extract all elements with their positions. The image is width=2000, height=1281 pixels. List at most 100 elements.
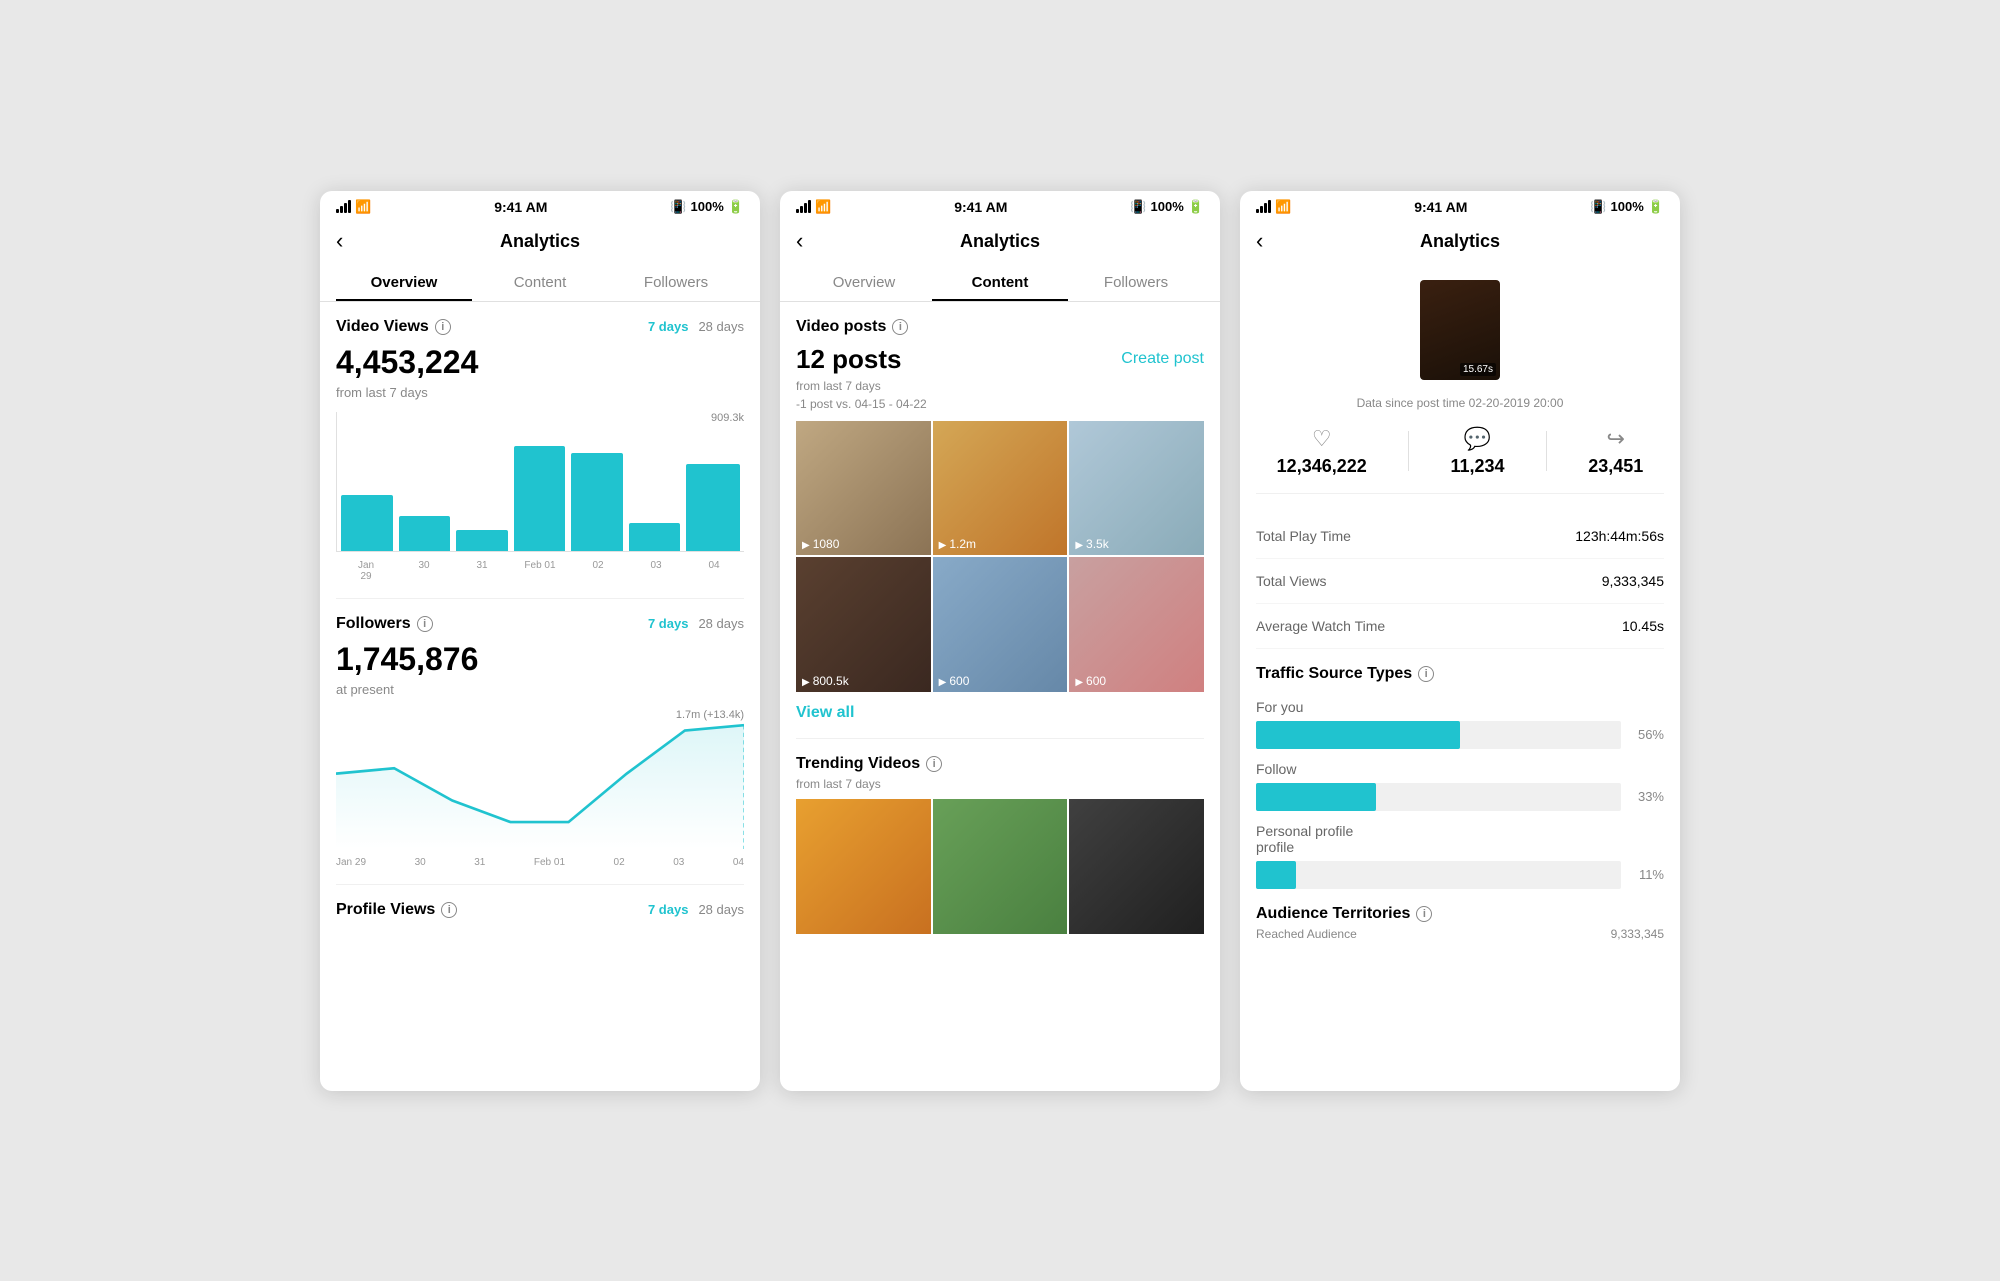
- period-7days-profile[interactable]: 7 days: [648, 902, 688, 917]
- line-label-5: 02: [614, 857, 625, 868]
- traffic-sources-section: Traffic Source Types i For you 56% Follo…: [1256, 665, 1664, 889]
- signal-icon-1: [336, 200, 351, 213]
- traffic-label-foryou: For you: [1256, 699, 1664, 715]
- video-posts-info-icon[interactable]: i: [892, 319, 908, 335]
- tab-overview-1[interactable]: Overview: [336, 264, 472, 301]
- play-icon-4: [802, 674, 810, 688]
- status-left-2: 📶: [796, 199, 831, 215]
- traffic-bar-fill-follow: [1256, 783, 1376, 811]
- reached-audience-label: Reached Audience: [1256, 927, 1357, 941]
- stat-comments: 💬 11,234: [1450, 426, 1504, 477]
- create-post-button[interactable]: Create post: [1121, 350, 1204, 368]
- line-chart-svg: [336, 709, 744, 849]
- status-bar-2: 📶 9:41 AM 📳 100% 🔋: [780, 191, 1220, 223]
- divider-1: [336, 598, 744, 599]
- wifi-icon-1: 📶: [355, 199, 371, 215]
- traffic-pct-profile: 11%: [1629, 867, 1664, 882]
- tab-followers-2[interactable]: Followers: [1068, 264, 1204, 301]
- followers-title: Followers i: [336, 615, 433, 633]
- video-views-header: Video Views i 7 days 28 days: [336, 318, 744, 336]
- screen-content-1: Video Views i 7 days 28 days 4,453,224 f…: [320, 302, 760, 1091]
- post-thumb-3[interactable]: 3.5k: [1069, 421, 1204, 556]
- screen-content-2: Video posts i 12 posts Create post from …: [780, 302, 1220, 1091]
- view-all-button[interactable]: View all: [796, 704, 1204, 722]
- posts-subtext: from last 7 days: [796, 379, 1204, 393]
- traffic-bar-fill-profile: [1256, 861, 1296, 889]
- audience-territories-section: Audience Territories i Reached Audience …: [1256, 905, 1664, 941]
- bluetooth-icon-2: 📳: [1130, 199, 1146, 215]
- comments-count: 11,234: [1450, 456, 1504, 477]
- trending-thumb-1[interactable]: [796, 799, 931, 934]
- post-views-3: 3.5k: [1075, 537, 1108, 551]
- signal-icon-3: [1256, 200, 1271, 213]
- video-thumbnail[interactable]: 15.67s: [1420, 280, 1500, 380]
- period-28days-profile[interactable]: 28 days: [698, 902, 744, 917]
- time-2: 9:41 AM: [954, 199, 1007, 215]
- back-button-1[interactable]: ‹: [336, 228, 343, 254]
- bar-chart-container: 909.3k Jan29 30 31 F: [336, 412, 744, 582]
- line-chart-peak: 1.7m (+13.4k): [676, 709, 744, 721]
- screen-title-2: Analytics: [796, 231, 1204, 252]
- traffic-bar-foryou: 56%: [1256, 721, 1664, 749]
- tab-overview-2[interactable]: Overview: [796, 264, 932, 301]
- line-label-3: 31: [474, 857, 485, 868]
- traffic-label-follow: Follow: [1256, 761, 1664, 777]
- audience-title: Audience Territories i: [1256, 905, 1664, 923]
- audience-info-icon[interactable]: i: [1416, 906, 1432, 922]
- profile-views-header: Profile Views i 7 days 28 days: [336, 901, 744, 919]
- period-7days-followers[interactable]: 7 days: [648, 616, 688, 631]
- bar-1: [341, 495, 393, 551]
- traffic-bar-profile: 11%: [1256, 861, 1664, 889]
- traffic-pct-follow: 33%: [1629, 789, 1664, 804]
- followers-number: 1,745,876: [336, 641, 744, 678]
- total-play-time-label: Total Play Time: [1256, 528, 1351, 544]
- stat-shares: ↪ 23,451: [1588, 426, 1643, 477]
- back-button-2[interactable]: ‹: [796, 228, 803, 254]
- tabs-2: Overview Content Followers: [780, 264, 1220, 302]
- traffic-info-icon[interactable]: i: [1418, 666, 1434, 682]
- video-views-title: Video Views i: [336, 318, 451, 336]
- trending-thumb-3[interactable]: [1069, 799, 1204, 934]
- total-play-time-value: 123h:44m:56s: [1575, 528, 1664, 544]
- post-views-5: 600: [939, 674, 970, 688]
- battery-pct-2: 100%: [1151, 199, 1184, 214]
- wifi-icon-2: 📶: [815, 199, 831, 215]
- tab-content-2[interactable]: Content: [932, 264, 1068, 301]
- traffic-row-foryou: For you 56%: [1256, 699, 1664, 749]
- followers-info-icon[interactable]: i: [417, 616, 433, 632]
- tab-followers-1[interactable]: Followers: [608, 264, 744, 301]
- bar-chart: [336, 412, 744, 552]
- post-thumb-5[interactable]: 600: [933, 557, 1068, 692]
- screen-overview: 📶 9:41 AM 📳 100% 🔋 ‹ Analytics Overview …: [320, 191, 760, 1091]
- traffic-row-profile: Personal profileprofile 11%: [1256, 823, 1664, 889]
- bar-label-2: 30: [398, 560, 450, 582]
- post-thumb-6[interactable]: 600: [1069, 557, 1204, 692]
- video-views-info-icon[interactable]: i: [435, 319, 451, 335]
- trending-info-icon[interactable]: i: [926, 756, 942, 772]
- bar-label-5: 02: [572, 560, 624, 582]
- divider-2: [336, 884, 744, 885]
- back-button-3[interactable]: ‹: [1256, 228, 1263, 254]
- tab-content-1[interactable]: Content: [472, 264, 608, 301]
- trending-subtext: from last 7 days: [796, 777, 1204, 791]
- period-28days-followers[interactable]: 28 days: [698, 616, 744, 631]
- bar-label-1: Jan29: [340, 560, 392, 582]
- bar-label-7: 04: [688, 560, 740, 582]
- traffic-pct-foryou: 56%: [1629, 727, 1664, 742]
- period-7days-video[interactable]: 7 days: [648, 319, 688, 334]
- followers-periods: 7 days 28 days: [648, 616, 744, 631]
- post-thumb-1[interactable]: 1080: [796, 421, 931, 556]
- trending-thumb-2[interactable]: [933, 799, 1068, 934]
- post-thumb-4[interactable]: 800.5k: [796, 557, 931, 692]
- post-thumb-2[interactable]: 1.2m: [933, 421, 1068, 556]
- profile-views-info-icon[interactable]: i: [441, 902, 457, 918]
- video-views-subtext: from last 7 days: [336, 385, 744, 400]
- period-28days-video[interactable]: 28 days: [698, 319, 744, 334]
- bar-3: [456, 530, 508, 551]
- bar-labels: Jan29 30 31 Feb 01 02 03 04: [336, 560, 744, 582]
- battery-icon-3: 🔋: [1648, 199, 1664, 215]
- profile-views-title: Profile Views i: [336, 901, 457, 919]
- total-views-value: 9,333,345: [1602, 573, 1664, 589]
- stat-divider-1: [1408, 431, 1409, 471]
- battery-icon-2: 🔋: [1188, 199, 1204, 215]
